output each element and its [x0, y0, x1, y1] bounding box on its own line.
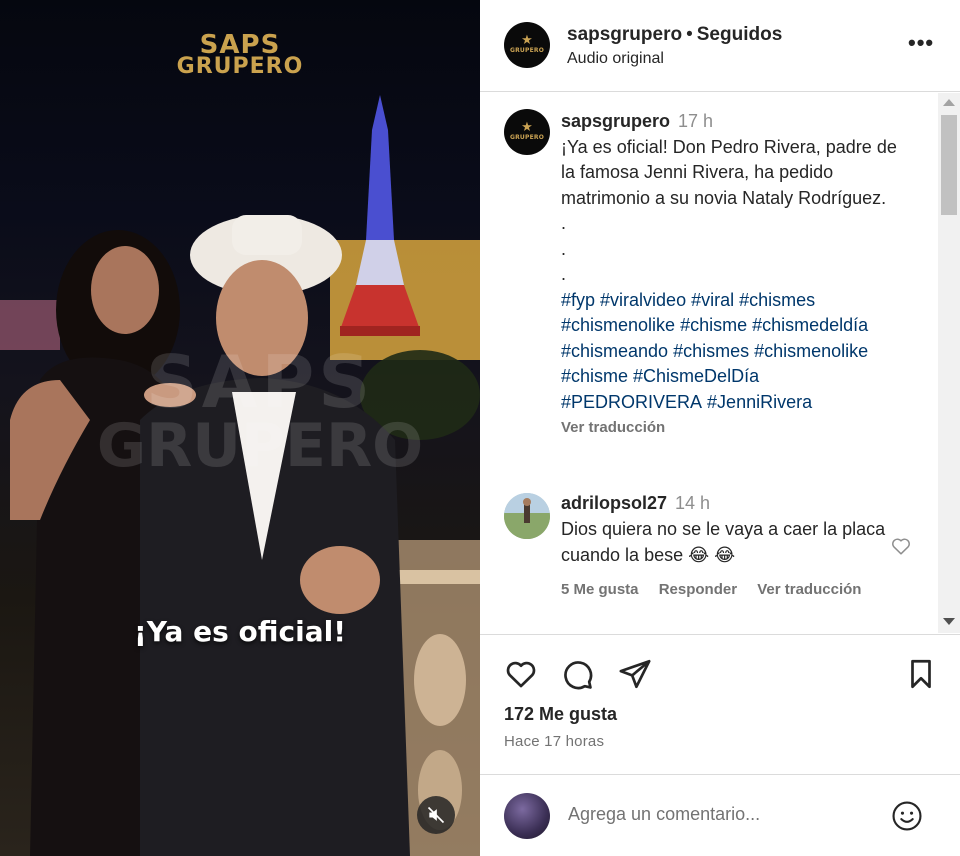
post-media[interactable]: SAPS GRUPERO SAPS GRUPERO ¡Ya es oficial…: [0, 0, 480, 856]
commenter-username[interactable]: adrilopsol27: [561, 493, 667, 513]
hashtag-link[interactable]: #chisme: [680, 315, 747, 335]
comments-scrollbar[interactable]: [938, 93, 960, 633]
avatar-text: GRUPERO: [509, 134, 545, 141]
caption-text-block: sapsgrupero 17 h ¡Ya es oficial! Don Pedr…: [561, 109, 911, 211]
comment-timestamp[interactable]: 14 h: [675, 493, 710, 513]
comment-icon: [564, 661, 593, 690]
scroll-down-arrow-icon[interactable]: [943, 618, 955, 625]
save-button[interactable]: [904, 657, 938, 696]
send-icon: [619, 659, 651, 689]
caption-author-avatar[interactable]: ★ GRUPERO: [504, 109, 550, 155]
post-action-bar: 172 Me gusta Hace 17 horas: [480, 634, 960, 774]
comment-input[interactable]: [568, 804, 868, 825]
author-avatar[interactable]: ★ GRUPERO: [504, 22, 550, 68]
scroll-thumb[interactable]: [941, 115, 957, 215]
following-button[interactable]: Seguidos: [697, 24, 783, 45]
caption-translate-link[interactable]: Ver traducción: [561, 419, 911, 436]
mute-toggle-button[interactable]: [417, 796, 455, 834]
hashtag-link[interactable]: #ChismeDelDía: [633, 366, 759, 386]
caption-hashtags: #fyp #viralvideo #viral #chismes #chismenol…: [561, 288, 911, 416]
caption-content: sapsgrupero 17 h ¡Ya es oficial! Don Pedr…: [561, 109, 911, 436]
caption-dot-3: .: [561, 264, 567, 284]
hashtag-link[interactable]: #chismenolike: [561, 315, 675, 335]
logo-line-1: SAPS: [199, 30, 281, 60]
current-user-avatar: [504, 793, 550, 839]
separator-dot: •: [686, 24, 693, 45]
like-button[interactable]: [504, 657, 538, 696]
caption-username[interactable]: sapsgrupero: [561, 111, 670, 131]
hashtag-link[interactable]: #chismes: [739, 290, 815, 310]
video-caption-overlay: ¡Ya es oficial!: [134, 615, 346, 648]
add-comment-bar: [480, 774, 960, 856]
comment-button[interactable]: [560, 657, 594, 696]
scroll-up-arrow-icon[interactable]: [943, 99, 955, 106]
more-options-button[interactable]: •••: [908, 30, 934, 56]
hashtag-link[interactable]: #PEDRORIVERA: [561, 392, 702, 412]
share-button[interactable]: [618, 657, 652, 696]
more-horizontal-icon: •••: [908, 30, 935, 55]
caption-text: ¡Ya es oficial! Don Pedro Rivera, padre …: [561, 136, 897, 208]
author-line: sapsgrupero • Seguidos: [567, 24, 782, 46]
heart-icon: [892, 538, 910, 555]
watermark-line-2: GRUPERO: [96, 411, 424, 481]
author-username[interactable]: sapsgrupero: [567, 24, 682, 45]
audio-link[interactable]: Audio original: [567, 50, 664, 68]
post-timestamp[interactable]: Hace 17 horas: [504, 733, 604, 750]
comment-content: adrilopsol27 14 h Dios quiera no se le va…: [561, 493, 901, 598]
commenter-avatar[interactable]: [504, 493, 550, 539]
hashtag-link[interactable]: #chismedeldía: [752, 315, 868, 335]
comment-likes-count[interactable]: 5 Me gusta: [561, 581, 639, 598]
caption-dot-1: .: [561, 213, 567, 233]
commenter-photo: [504, 493, 550, 539]
bookmark-icon: [911, 659, 931, 689]
comment-translate-link[interactable]: Ver traducción: [757, 581, 861, 598]
avatar-text: GRUPERO: [509, 47, 545, 54]
post-details-panel: ★ GRUPERO sapsgrupero • Seguidos Audio ori…: [480, 0, 960, 856]
logo-line-2: GRUPERO: [176, 54, 304, 79]
video-watermark: SAPS GRUPERO: [60, 340, 460, 481]
speaker-muted-icon: [427, 806, 445, 824]
comment-like-button[interactable]: [890, 535, 912, 562]
hashtag-link[interactable]: #JenniRivera: [707, 392, 812, 412]
emoji-icon: [892, 801, 922, 831]
caption-dot-2: .: [561, 238, 567, 259]
comment-actions: 5 Me gusta Responder Ver traducción: [561, 581, 901, 598]
caption-timestamp[interactable]: 17 h: [678, 111, 713, 131]
star-icon: ★: [521, 33, 533, 48]
star-icon: ★: [521, 120, 533, 135]
saps-grupero-logo: SAPS GRUPERO: [0, 30, 480, 79]
post-likes-count[interactable]: 172 Me gusta: [504, 704, 617, 725]
hashtag-link[interactable]: #viral: [691, 290, 734, 310]
hashtag-link[interactable]: #chismes: [673, 341, 749, 361]
comment-reply-button[interactable]: Responder: [659, 581, 737, 598]
hashtag-link[interactable]: #chismenolike: [754, 341, 868, 361]
hashtag-link[interactable]: #chisme: [561, 366, 628, 386]
comment-text: Dios quiera no se le vaya a caer la plac…: [561, 519, 886, 565]
watermark-line-1: SAPS: [145, 340, 375, 424]
post-header: ★ GRUPERO sapsgrupero • Seguidos Audio ori…: [480, 0, 960, 92]
comment-header: adrilopsol27 14 h: [561, 493, 901, 514]
hashtag-link[interactable]: #chismeando: [561, 341, 668, 361]
comments-list[interactable]: ★ GRUPERO sapsgrupero 17 h ¡Ya es oficial…: [480, 93, 960, 633]
heart-icon: [506, 661, 536, 688]
emoji-picker-button[interactable]: [890, 799, 924, 838]
hashtag-link[interactable]: #fyp: [561, 290, 595, 310]
hashtag-link[interactable]: #viralvideo: [600, 290, 686, 310]
